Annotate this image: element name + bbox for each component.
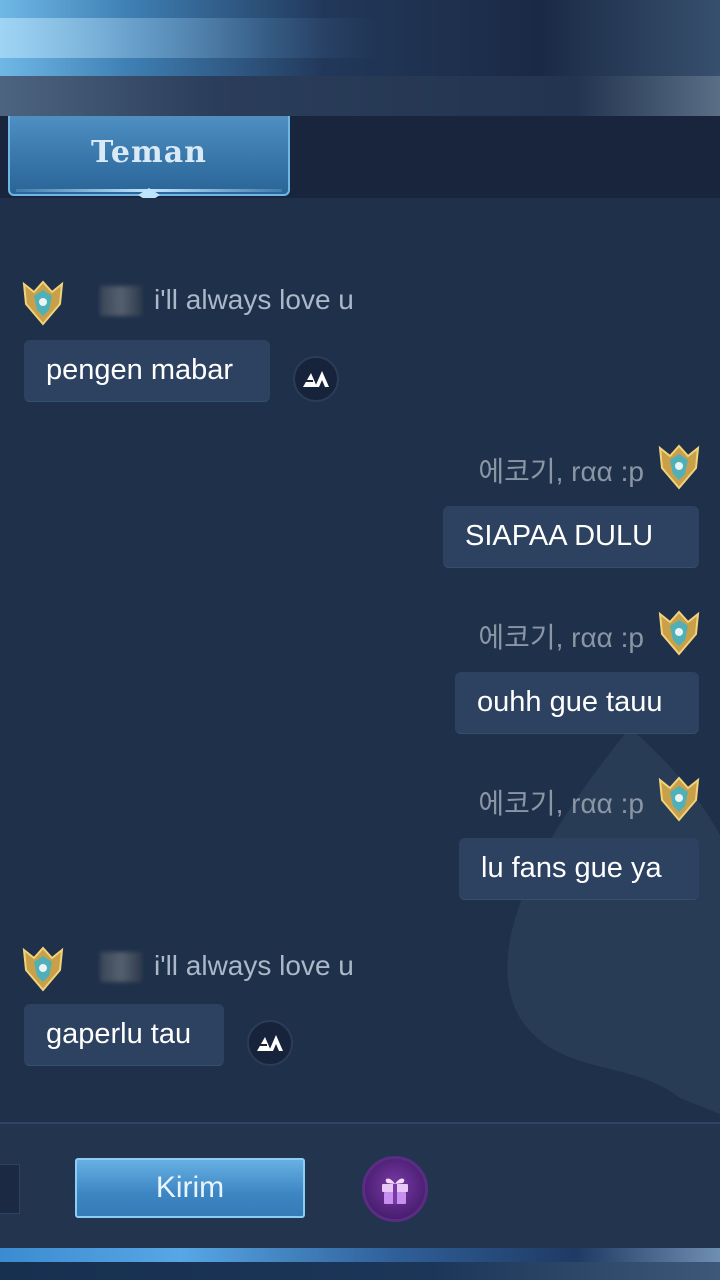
rank-badge-icon[interactable] [20,944,66,994]
message-input[interactable] [0,1164,20,1214]
chat-area[interactable]: i'll always love u pengen mabar 에코기, rαα… [0,198,720,1122]
sender-name: i'll always love u [154,950,354,981]
sender-name: 에코기, rαα :p [478,456,644,487]
bottom-strip [0,1248,720,1280]
message-bubble[interactable]: gaperlu tau [24,1004,224,1066]
gift-icon [382,1178,408,1204]
rank-badge-icon[interactable] [656,608,702,658]
message-bubble[interactable]: SIAPAA DULU [443,506,699,568]
translate-icon [303,371,329,387]
top-banner [0,0,720,116]
banner-glow [0,18,380,58]
banner-stripe [0,76,720,116]
sender-avatar-blurred [100,286,142,316]
message-outgoing: 에코기, rαα :p ouhh gue tauu [0,604,720,744]
rank-badge-icon[interactable] [656,442,702,492]
message-bubble[interactable]: ouhh gue tauu [455,672,699,734]
message-incoming: i'll always love u pengen mabar [0,198,720,408]
bottom-strip-shadow [0,1262,720,1280]
message-outgoing: 에코기, rαα :p lu fans gue ya [0,770,720,910]
tab-teman[interactable]: Teman [8,116,290,202]
send-button[interactable]: Kirim [75,1158,305,1218]
message-bubble[interactable]: pengen mabar [24,340,270,402]
translate-icon [257,1035,283,1051]
rank-badge-icon[interactable] [656,774,702,824]
sender-avatar-blurred [100,952,142,982]
sender-name: 에코기, rαα :p [478,788,644,819]
rank-badge-icon[interactable] [20,278,66,328]
message-outgoing: 에코기, rαα :p SIAPAA DULU [0,438,720,578]
translate-button[interactable] [293,356,339,402]
gift-button[interactable] [362,1156,428,1222]
message-incoming: i'll always love u gaperlu tau [0,938,720,1078]
sender-name: 에코기, rαα :p [478,622,644,653]
translate-button[interactable] [247,1020,293,1066]
sender-name: i'll always love u [154,284,354,315]
message-bubble[interactable]: lu fans gue ya [459,838,699,900]
tab-label: Teman [91,134,207,170]
